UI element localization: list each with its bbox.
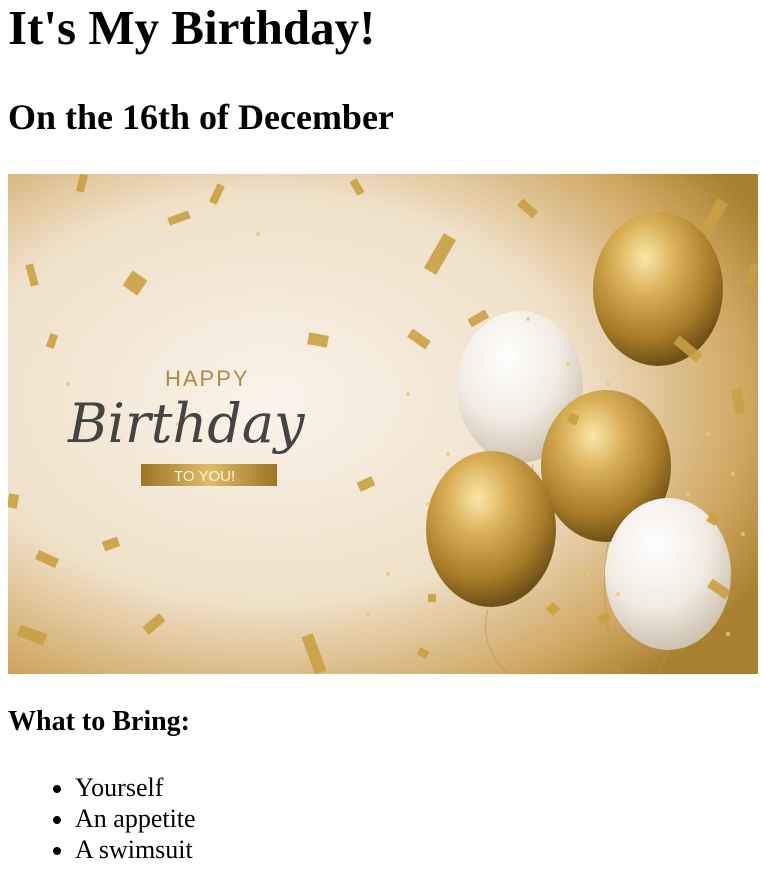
list-item: A swimsuit (75, 834, 196, 865)
birthday-image: HAPPY Birthday TO YOU! (8, 174, 758, 674)
bring-list: Yourself An appetite A swimsuit (8, 772, 196, 865)
image-happy-text: HAPPY (165, 366, 250, 391)
bring-heading: What to Bring: (8, 706, 190, 737)
image-to-you-text: TO YOU! (174, 468, 235, 485)
page-title: It's My Birthday! (8, 0, 376, 55)
gold-balloon-icon (426, 451, 556, 607)
list-item: Yourself (75, 772, 196, 803)
list-item: An appetite (75, 803, 196, 834)
page-subtitle: On the 16th of December (8, 97, 394, 137)
image-birthday-text: Birthday (67, 392, 306, 455)
gold-balloon-icon (593, 212, 723, 366)
